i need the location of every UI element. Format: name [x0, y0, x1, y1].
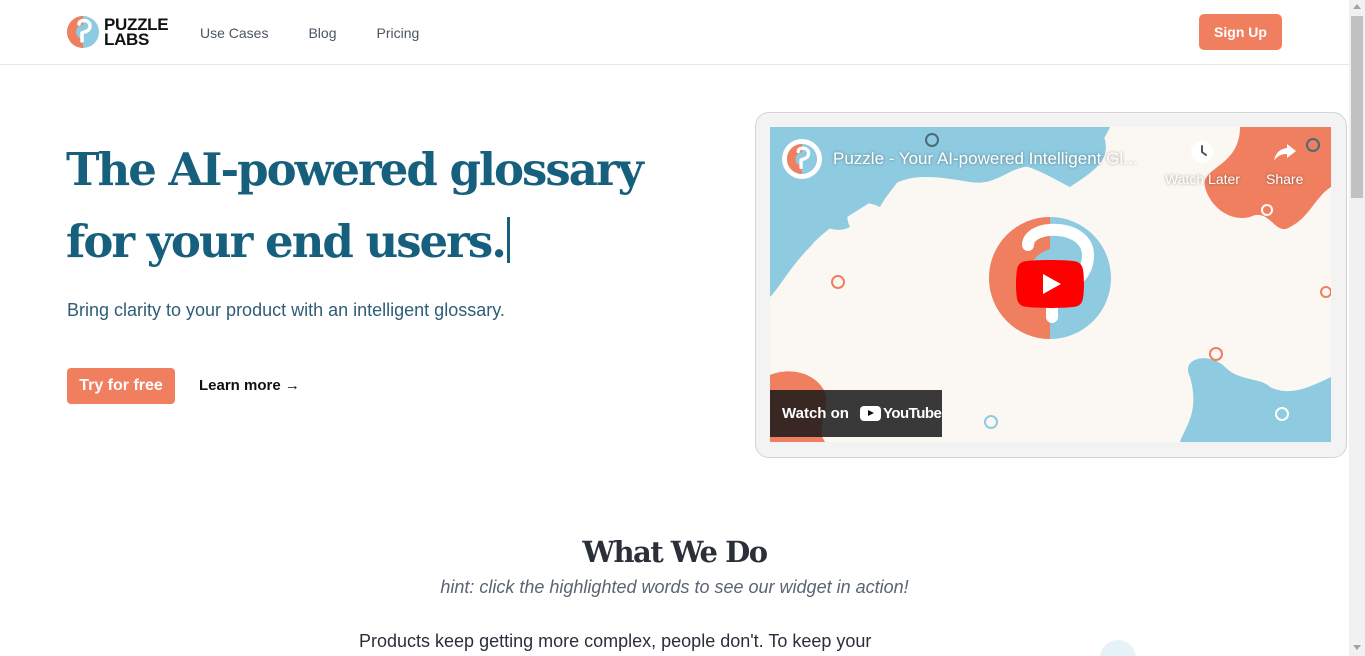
what-we-do-hint: hint: click the highlighted words to see… — [440, 577, 909, 597]
puzzle-logo-icon — [67, 16, 99, 48]
nav-use-cases[interactable]: Use Cases — [200, 25, 268, 41]
try-for-free-button[interactable]: Try for free — [67, 368, 175, 404]
logo-link[interactable]: PUZZLE LABS — [66, 15, 169, 49]
share-label: Share — [1266, 171, 1304, 187]
decorative-circle — [1100, 640, 1136, 656]
hero-title: The AI-powered glossary for your end use… — [66, 134, 666, 278]
hero-title-line1: The AI-powered glossary — [66, 143, 644, 196]
hero-subtitle: Bring clarity to your product with an in… — [67, 300, 505, 320]
youtube-logo: YouTube — [859, 405, 942, 422]
youtube-wordmark: YouTube — [882, 405, 942, 422]
watch-on-youtube-button[interactable]: Watch on YouTube — [770, 390, 942, 437]
typing-cursor — [506, 217, 510, 263]
learn-more-link[interactable]: Learn more → — [199, 377, 300, 394]
watch-later-label: Watch Later — [1165, 171, 1240, 187]
scroll-up-arrow-icon[interactable] — [1353, 4, 1361, 9]
site-header: PUZZLE LABS Use Cases Blog Pricing Sign … — [0, 0, 1349, 65]
watch-on-label: Watch on — [782, 405, 849, 422]
logo-wordmark: PUZZLE LABS — [104, 16, 169, 49]
video-title-row[interactable]: Puzzle - Your AI-powered Intelligent Gl.… — [782, 139, 1137, 179]
youtube-logo-icon — [859, 406, 881, 421]
clock-icon — [1191, 141, 1214, 163]
logo-line2: LABS — [104, 30, 150, 49]
hero-title-line2: for your end users. — [66, 215, 507, 268]
scrollbar-thumb[interactable] — [1351, 16, 1363, 198]
nav-blog[interactable]: Blog — [308, 25, 336, 41]
what-we-do-title: What We Do — [582, 535, 768, 569]
share-button[interactable]: Share — [1266, 139, 1303, 187]
main-nav: Use Cases Blog Pricing — [200, 25, 459, 41]
what-we-do-body: Products keep getting more complex, peop… — [359, 631, 872, 651]
page-scrollbar[interactable] — [1349, 0, 1365, 656]
watch-later-button[interactable]: Watch Later — [1165, 139, 1240, 187]
share-arrow-icon — [1273, 144, 1296, 161]
scroll-down-arrow-icon[interactable] — [1353, 645, 1361, 650]
video-title[interactable]: Puzzle - Your AI-powered Intelligent Gl.… — [833, 149, 1137, 169]
youtube-play-icon[interactable] — [1016, 260, 1084, 308]
youtube-embed[interactable]: Puzzle - Your AI-powered Intelligent Gl.… — [770, 127, 1331, 442]
sign-up-button[interactable]: Sign Up — [1199, 14, 1282, 50]
nav-pricing[interactable]: Pricing — [377, 25, 420, 41]
channel-avatar-icon[interactable] — [782, 139, 822, 179]
